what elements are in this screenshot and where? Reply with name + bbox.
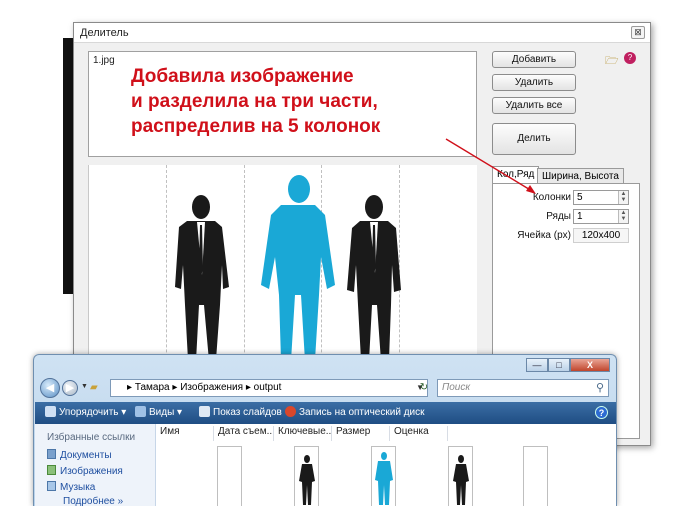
forward-arrow-icon[interactable]: ▶ <box>62 380 78 396</box>
column-header-tags[interactable]: Ключевые... <box>274 426 332 441</box>
breadcrumb-item[interactable]: Тамара <box>135 382 170 393</box>
views-menu[interactable]: Виды ▾ <box>135 406 182 418</box>
column-header-size[interactable]: Размер <box>332 426 390 441</box>
file-thumbnail[interactable] <box>523 446 548 506</box>
address-bar[interactable]: ▸ Тамара ▸ Изображения ▸ output ▼ <box>110 379 428 397</box>
caption-buttons: — □ X <box>526 358 610 372</box>
help-icon[interactable]: ? <box>595 406 608 419</box>
silhouette-thumb-dark <box>299 455 315 505</box>
navigation-pane: Избранные ссылки Документы Изображения М… <box>35 424 156 506</box>
command-bar: Упорядочить ▾ Виды ▾ Показ слайдов Запис… <box>35 402 616 424</box>
search-icon[interactable]: ⚲ <box>596 380 604 396</box>
cell-size-label: Ячейка (px) <box>517 230 571 241</box>
column-header-date[interactable]: Дата съем... <box>214 426 274 441</box>
nav-item-music[interactable]: Музыка <box>47 481 95 493</box>
silhouette-thumb-dark <box>453 455 469 505</box>
file-view: Имя Дата съем... Ключевые... Размер Оцен… <box>156 424 616 506</box>
rows-label: Ряды <box>546 211 571 222</box>
slideshow-button[interactable]: Показ слайдов <box>199 406 282 418</box>
documents-icon <box>47 449 56 459</box>
file-thumbnail[interactable] <box>371 446 396 506</box>
column-header-rating[interactable]: Оценка <box>390 426 448 441</box>
window-title: Делитель <box>80 27 129 39</box>
search-input[interactable]: Поиск ⚲ <box>437 379 609 397</box>
tab-width-height[interactable]: Ширина, Высота <box>537 168 624 184</box>
nav-item-pictures[interactable]: Изображения <box>47 465 123 477</box>
help-icon[interactable]: ? <box>624 52 636 64</box>
silhouette-right <box>347 195 401 361</box>
add-button[interactable]: Добавить <box>492 51 576 68</box>
nav-item-more[interactable]: Подробнее » <box>63 496 123 506</box>
title-bar: Делитель ⊠ <box>74 23 650 43</box>
file-thumbnail[interactable] <box>217 446 242 506</box>
back-arrow-icon[interactable]: ◀ <box>40 378 60 398</box>
close-button[interactable]: ⊠ <box>631 26 645 39</box>
stepper-arrows-icon[interactable]: ▲ ▼ <box>618 210 628 223</box>
favorites-header: Избранные ссылки <box>47 432 136 443</box>
silhouette-center <box>261 175 335 361</box>
annotation-text: Добавила изображение и разделила на три … <box>131 66 381 137</box>
disc-icon <box>285 406 296 417</box>
minimize-button[interactable]: — <box>526 358 548 372</box>
organize-menu[interactable]: Упорядочить ▾ <box>45 406 126 418</box>
close-button[interactable]: X <box>570 358 610 372</box>
file-thumbnail[interactable] <box>294 446 319 506</box>
tab-columns-rows[interactable]: Кол,Ряд <box>492 166 540 184</box>
split-button[interactable]: Делить <box>492 123 576 155</box>
column-header-name[interactable]: Имя <box>156 426 214 441</box>
breadcrumb-item[interactable]: Изображения <box>180 382 243 393</box>
refresh-icon[interactable]: ↻ <box>416 379 432 397</box>
delete-all-button[interactable]: Удалить все <box>492 97 576 114</box>
silhouette-left <box>175 195 229 361</box>
delete-button[interactable]: Удалить <box>492 74 576 91</box>
file-thumbnail[interactable] <box>448 446 473 506</box>
pictures-icon <box>47 465 56 475</box>
rows-stepper[interactable]: 1 ▲ ▼ <box>573 209 629 224</box>
maximize-button[interactable]: □ <box>548 358 570 372</box>
burn-disc-button[interactable]: Запись на оптический диск <box>285 406 425 418</box>
columns-label: Колонки <box>532 192 571 203</box>
folder-icon[interactable]: 🗁 <box>605 52 619 71</box>
columns-stepper[interactable]: 5 ▲ ▼ <box>573 190 629 205</box>
explorer-window: — □ X ◀ ▶ ▼ ▰ ▸ Тамара ▸ Изображения ▸ o… <box>33 354 617 506</box>
silhouette-thumb-cyan <box>375 452 393 505</box>
cell-size-value: 120x400 <box>573 228 629 243</box>
nav-item-documents[interactable]: Документы <box>47 449 112 461</box>
stepper-arrows-icon[interactable]: ▲ ▼ <box>618 191 628 204</box>
music-icon <box>47 481 56 491</box>
organize-icon <box>45 406 56 417</box>
file-list-item[interactable]: 1.jpg <box>93 55 115 66</box>
breadcrumb-item[interactable]: output <box>254 382 282 393</box>
history-dropdown-icon[interactable]: ▼ <box>81 383 88 390</box>
folder-icon: ▰ <box>90 382 98 393</box>
slideshow-icon <box>199 406 210 417</box>
views-icon <box>135 406 146 417</box>
background-strip <box>0 38 74 294</box>
